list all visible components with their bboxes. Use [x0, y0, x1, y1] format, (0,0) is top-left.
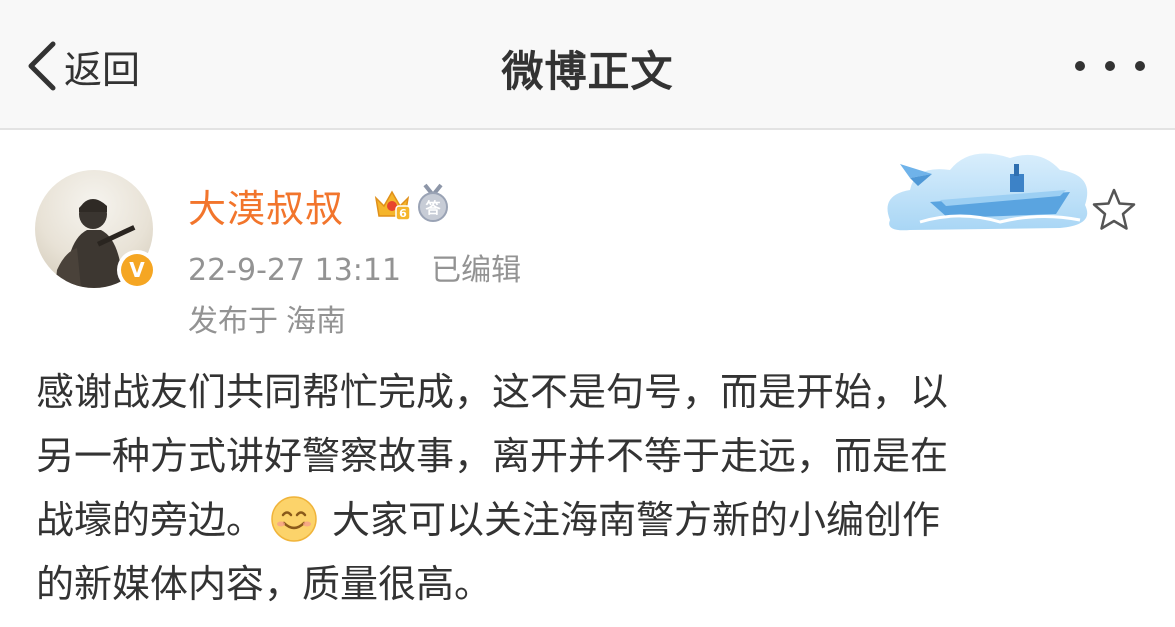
location-prefix: 发布于 — [188, 304, 278, 339]
verified-badge-letter: V — [121, 254, 153, 286]
location-name[interactable]: 海南 — [286, 304, 346, 339]
post-line: 另一种方式讲好警察故事，离开并不等于走远，而是在 — [36, 434, 949, 478]
post-location: 发布于 海南 — [188, 296, 346, 340]
post-line-text: 大家可以关注海南警方新的小编创作 — [332, 498, 941, 542]
more-options-button[interactable] — [1075, 58, 1145, 74]
top-navbar: 返回 微博正文 — [0, 0, 1175, 130]
medal-label-text: 答 — [425, 199, 441, 217]
medal-icon[interactable]: 答 — [414, 183, 452, 223]
aircraft-carrier-card-decoration — [870, 140, 1100, 235]
member-level-text: 6 — [399, 207, 407, 220]
author-name[interactable]: 大漠叔叔 — [188, 178, 344, 233]
more-dot — [1135, 61, 1145, 71]
more-dots-icon — [1075, 61, 1085, 71]
page-title: 微博正文 — [501, 47, 674, 96]
post-line: 的新媒体内容，质量很高。 — [36, 562, 493, 606]
verified-badge-icon: V — [117, 250, 157, 290]
vip-crown-icon[interactable]: 6 — [372, 184, 412, 224]
post-line: 战壕的旁边。 大家可以关注海南警方新的小编创作 — [36, 488, 1136, 552]
post-line: 感谢战友们共同帮忙完成，这不是句号，而是开始，以 — [36, 370, 949, 414]
post-line-text: 战壕的旁边。 — [36, 498, 265, 542]
post-body: 感谢战友们共同帮忙完成，这不是句号，而是开始，以 另一种方式讲好警察故事，离开并… — [36, 360, 1136, 616]
smile-emoji-icon — [270, 495, 318, 543]
favorite-star-icon[interactable] — [1090, 186, 1138, 234]
post-meta: 22-9-27 13:11 已编辑 — [188, 245, 521, 289]
post-timestamp: 22-9-27 13:11 — [188, 253, 402, 288]
edited-label: 已编辑 — [431, 253, 522, 288]
author-avatar-container[interactable]: V — [35, 170, 157, 290]
more-dot — [1105, 61, 1115, 71]
